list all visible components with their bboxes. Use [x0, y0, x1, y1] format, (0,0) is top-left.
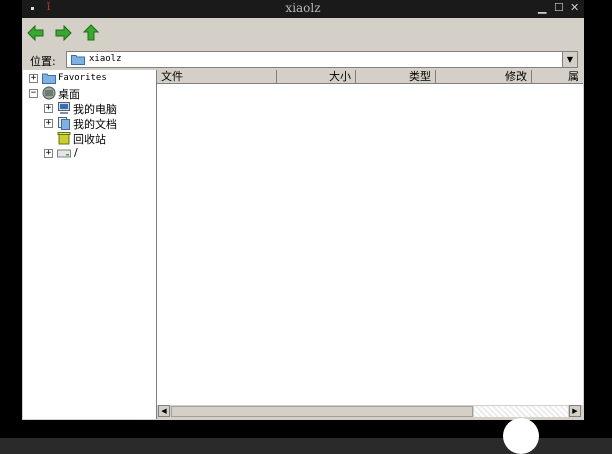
- location-value: xiaolz: [89, 54, 122, 64]
- folder-tree[interactable]: + Favorites − 桌面 + 我的电脑 + 我的文档 回收站 + /: [23, 70, 157, 419]
- up-button[interactable]: [82, 24, 100, 42]
- expand-icon[interactable]: +: [29, 74, 38, 83]
- location-bar: 位置: xiaolz ▼: [22, 49, 584, 71]
- window-bottom-border: [22, 420, 584, 438]
- tree-item-label: 我的文档: [73, 118, 117, 131]
- scrollbar-thumb[interactable]: [171, 406, 473, 417]
- desktop-icon: [42, 86, 56, 100]
- column-header-name[interactable]: 文件: [157, 70, 277, 84]
- column-header-type[interactable]: 类型: [356, 70, 436, 84]
- tree-item-label: 我的电脑: [73, 103, 117, 116]
- drive-icon: [57, 149, 71, 158]
- file-manager-window: 位置: xiaolz ▼ + Favorites − 桌面 + 我的电脑 + 我…: [22, 18, 584, 420]
- scrollbar-track[interactable]: [474, 406, 568, 417]
- folder-icon: [42, 73, 56, 84]
- tree-item-label: /: [74, 146, 78, 159]
- folder-icon: [71, 55, 85, 65]
- collapse-icon[interactable]: −: [29, 89, 38, 98]
- location-label: 位置:: [30, 55, 56, 68]
- column-header-size[interactable]: 大小: [277, 70, 356, 84]
- file-list[interactable]: 文件 大小 类型 修改 属: [157, 70, 583, 419]
- expand-icon[interactable]: +: [44, 149, 53, 158]
- title-bar[interactable]: ǐ xiaolz ▁ ☐ ✕: [22, 0, 584, 18]
- toolbar: [22, 18, 584, 48]
- tree-item-label: 桌面: [58, 88, 80, 101]
- scroll-right-button[interactable]: ▶: [569, 405, 581, 417]
- recycle-bin-icon: [57, 132, 71, 145]
- location-dropdown-button[interactable]: ▼: [562, 52, 577, 67]
- column-header-attributes[interactable]: 属: [532, 70, 583, 84]
- close-icon[interactable]: ✕: [570, 1, 579, 14]
- scroll-left-button[interactable]: ◀: [158, 405, 170, 417]
- maximize-icon[interactable]: ☐: [554, 1, 564, 14]
- overlay-circle: [503, 418, 539, 454]
- expand-icon[interactable]: +: [44, 104, 53, 113]
- documents-icon: [58, 117, 70, 130]
- tree-item-label: 回收站: [73, 133, 106, 146]
- minimize-icon[interactable]: ▁: [538, 1, 546, 14]
- expand-icon[interactable]: +: [44, 119, 53, 128]
- horizontal-scrollbar[interactable]: ◀ ▶: [157, 405, 583, 419]
- computer-icon: [58, 102, 70, 114]
- column-header-modified[interactable]: 修改: [436, 70, 532, 84]
- forward-button[interactable]: [54, 24, 72, 42]
- window-title: xiaolz: [285, 1, 321, 15]
- back-button[interactable]: [27, 24, 45, 42]
- tree-item-label: Favorites: [58, 73, 107, 83]
- location-input[interactable]: xiaolz ▼: [66, 51, 578, 68]
